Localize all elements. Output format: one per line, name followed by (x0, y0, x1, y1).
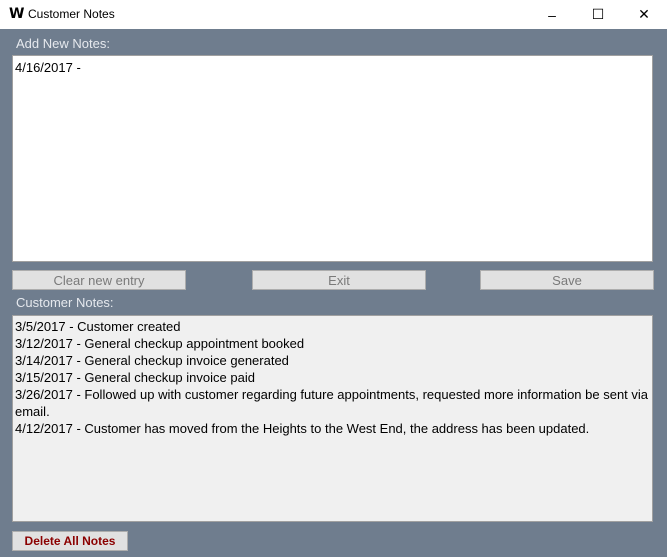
app-icon: W (9, 6, 25, 22)
customer-notes-label: Customer Notes: (16, 295, 114, 310)
note-line: 3/15/2017 - General checkup invoice paid (15, 370, 255, 385)
customer-notes-list[interactable]: 3/5/2017 - Customer created 3/12/2017 - … (12, 315, 653, 522)
add-new-notes-label: Add New Notes: (16, 36, 110, 51)
note-line: 3/26/2017 - Followed up with customer re… (15, 387, 649, 419)
note-line: 3/12/2017 - General checkup appointment … (15, 336, 305, 351)
delete-all-notes-button[interactable]: Delete All Notes (12, 531, 128, 551)
close-button[interactable]: ✕ (621, 0, 667, 29)
clear-new-entry-button[interactable]: Clear new entry (12, 270, 186, 290)
exit-button[interactable]: Exit (252, 270, 426, 290)
save-button[interactable]: Save (480, 270, 654, 290)
maximize-button[interactable]: ☐ (575, 0, 621, 29)
note-line: 4/12/2017 - Customer has moved from the … (15, 421, 590, 436)
window-title: Customer Notes (28, 7, 115, 21)
minimize-button[interactable]: – (529, 0, 575, 29)
note-line: 3/14/2017 - General checkup invoice gene… (15, 353, 289, 368)
new-note-input[interactable]: 4/16/2017 - (12, 55, 653, 262)
title-bar: W Customer Notes – ☐ ✕ (0, 0, 667, 29)
note-line: 3/5/2017 - Customer created (15, 319, 181, 334)
